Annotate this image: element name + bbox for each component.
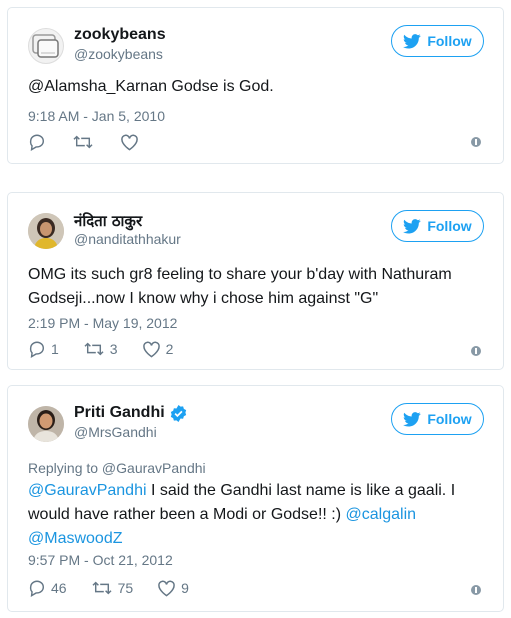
- avatar-image: [32, 34, 59, 58]
- avatar-image: [28, 406, 64, 442]
- tweet-actions: 1 3 2: [28, 340, 197, 358]
- retweet-count: 3: [109, 341, 118, 357]
- retweet-icon: [92, 581, 112, 595]
- reply-button[interactable]: [28, 133, 46, 151]
- tweet-card: नंदिता ठाकुर @nanditathhakur Follow OMG …: [7, 192, 504, 370]
- tweet-text: @Alamsha_Karnan Godse is God.: [28, 78, 274, 95]
- avatar[interactable]: [28, 213, 64, 249]
- display-name-text: Priti Gandhi: [74, 404, 165, 421]
- follow-label: Follow: [427, 33, 472, 49]
- reply-icon: [29, 580, 45, 597]
- like-count: 2: [165, 341, 174, 357]
- tweet-text: OMG its such gr8 feeling to share your b…: [28, 266, 452, 307]
- twitter-bird-icon: [403, 218, 422, 234]
- avatar-image: [28, 213, 64, 249]
- user-handle[interactable]: @nanditathhakur: [74, 231, 181, 247]
- display-name[interactable]: नंदिता ठाकुर: [74, 211, 142, 231]
- reply-count: 1: [51, 341, 59, 357]
- retweet-button[interactable]: 75: [91, 579, 134, 597]
- tweet-timestamp[interactable]: 9:57 PM - Oct 21, 2012: [28, 552, 173, 568]
- follow-button[interactable]: Follow: [391, 25, 484, 57]
- retweet-count: 75: [117, 580, 134, 596]
- verified-badge-icon: [170, 404, 186, 422]
- follow-label: Follow: [427, 411, 472, 427]
- display-name[interactable]: Priti Gandhi: [74, 404, 187, 422]
- info-icon[interactable]: [471, 137, 481, 147]
- like-button[interactable]: 9: [157, 580, 189, 597]
- tweet-actions: 46 75 9: [28, 579, 213, 597]
- tweet-card: zookybeans @zookybeans Follow @Alamsha_K…: [7, 7, 504, 164]
- like-button[interactable]: 2: [142, 341, 174, 358]
- follow-label: Follow: [427, 218, 472, 234]
- info-icon[interactable]: [471, 346, 481, 356]
- follow-button[interactable]: Follow: [391, 210, 484, 242]
- retweet-icon: [84, 342, 104, 356]
- reply-button[interactable]: 46: [28, 579, 67, 597]
- follow-button[interactable]: Follow: [391, 403, 484, 435]
- heart-icon: [142, 341, 160, 357]
- avatar[interactable]: [28, 28, 64, 64]
- mention-link[interactable]: @calgalin: [346, 506, 417, 523]
- user-handle[interactable]: @MrsGandhi: [74, 424, 157, 440]
- reply-icon: [29, 341, 45, 358]
- avatar[interactable]: [28, 406, 64, 442]
- tweet-timestamp[interactable]: 9:18 AM - Jan 5, 2010: [28, 108, 165, 124]
- tweet-actions: [28, 133, 163, 151]
- twitter-bird-icon: [403, 411, 422, 427]
- reply-icon: [29, 134, 45, 151]
- heart-icon: [121, 134, 138, 150]
- info-icon[interactable]: [471, 585, 481, 595]
- retweet-button[interactable]: 3: [83, 340, 118, 358]
- mention-link[interactable]: @MaswoodZ: [28, 530, 123, 547]
- mention-link[interactable]: @GauravPandhi: [28, 482, 147, 499]
- display-name[interactable]: zookybeans: [74, 26, 166, 44]
- retweet-button[interactable]: [72, 133, 94, 151]
- like-button[interactable]: [120, 134, 139, 151]
- tweet-card: Priti Gandhi @MrsGandhi Follow Replying …: [7, 385, 504, 612]
- user-handle[interactable]: @zookybeans: [74, 46, 163, 62]
- like-count: 9: [181, 580, 189, 596]
- heart-icon: [158, 580, 175, 596]
- twitter-bird-icon: [403, 33, 422, 49]
- retweet-icon: [73, 135, 93, 149]
- replying-to[interactable]: Replying to @GauravPandhi: [28, 460, 206, 476]
- tweet-text: @GauravPandhi I said the Gandhi last nam…: [28, 479, 480, 551]
- reply-count: 46: [51, 580, 67, 596]
- reply-button[interactable]: 1: [28, 340, 59, 358]
- tweet-timestamp[interactable]: 2:19 PM - May 19, 2012: [28, 315, 177, 331]
